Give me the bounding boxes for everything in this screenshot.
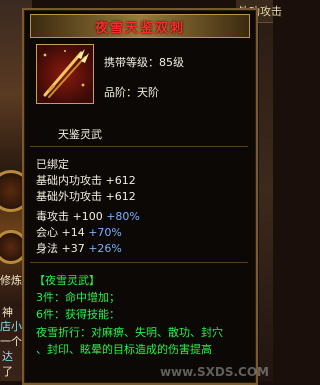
- scene-label: 达: [2, 350, 13, 363]
- scene-label: 修炼: [0, 274, 22, 287]
- skill-description: 夜雪折行：对麻痹、失明、散功、封穴: [36, 326, 223, 339]
- stat-row: 基础内功攻击 +612: [36, 172, 136, 188]
- stat-value: +14: [61, 226, 85, 239]
- stat-name: 基础内功攻击: [36, 174, 102, 187]
- bind-status: 已绑定: [36, 158, 69, 171]
- game-scene-right: [259, 0, 273, 381]
- item-title-bar: 夜雪天鉴双刺: [30, 14, 250, 38]
- item-grade: 品阶：天阶: [104, 86, 159, 99]
- scene-label: 一个: [0, 335, 22, 348]
- scene-label: 店小: [0, 320, 22, 333]
- item-title: 夜雪天鉴双刺: [94, 20, 185, 36]
- stat-row: 会心 +14 +70%: [36, 224, 122, 240]
- required-level: 携带等级：85级: [104, 56, 184, 69]
- stat-name: 身法: [36, 242, 58, 255]
- stat-row: 身法 +37 +26%: [36, 240, 122, 256]
- scene-label: 了: [2, 365, 13, 378]
- stat-bonus: +80%: [106, 210, 140, 223]
- stat-value: +612: [105, 174, 136, 187]
- stat-name: 会心: [36, 226, 58, 239]
- set-bonus-6: 6件：获得技能：: [36, 308, 120, 321]
- dual-daggers-icon: [36, 44, 94, 104]
- stat-bonus: +26%: [88, 242, 122, 255]
- watermark: www.SXDS.COM: [159, 365, 269, 379]
- divider: [30, 262, 248, 263]
- set-bonus-3: 3件：命中增加；: [36, 291, 120, 304]
- stat-value: +100: [72, 210, 103, 223]
- skill-description: 、封印、眩晕的目标造成的伤害提高: [36, 343, 212, 356]
- stat-bonus: +70%: [88, 226, 122, 239]
- stat-row: 毒攻击 +100 +80%: [36, 208, 140, 224]
- stat-value: +612: [105, 190, 136, 203]
- stat-row: 基础外功攻击 +612: [36, 188, 136, 204]
- stat-value: +37: [61, 242, 85, 255]
- stat-name: 毒攻击: [36, 210, 69, 223]
- item-tooltip: 夜雪天鉴双刺 携带等级：85级 品阶：天阶 天鉴灵武 已绑定 基础内功攻击 +6…: [22, 8, 258, 385]
- stat-name: 基础外功攻击: [36, 190, 102, 203]
- item-category: 天鉴灵武: [58, 128, 102, 141]
- set-name: 【夜雪灵武】: [34, 274, 100, 287]
- divider: [30, 146, 248, 147]
